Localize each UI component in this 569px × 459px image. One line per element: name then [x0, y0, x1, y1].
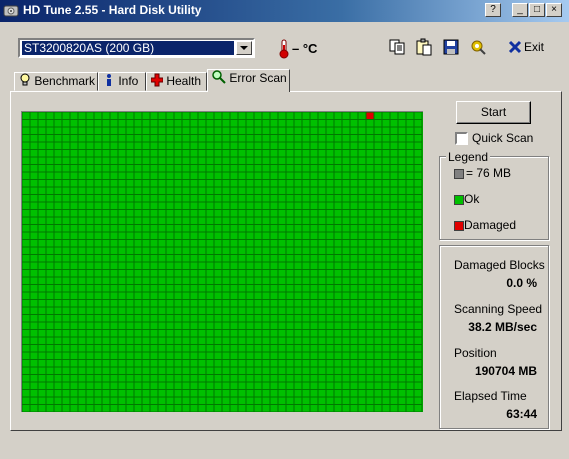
tab-error-scan[interactable]: Error Scan — [207, 69, 290, 92]
legend-block-size-swatch — [454, 169, 464, 179]
save-icon[interactable] — [442, 38, 460, 56]
position-value: 190704 MB — [474, 364, 537, 378]
damaged-blocks-label: Damaged Blocks — [454, 258, 545, 272]
info-icon — [107, 74, 111, 86]
exit-button[interactable]: Exit — [506, 38, 546, 56]
quick-scan-checkbox[interactable] — [455, 132, 468, 145]
maximize-icon: □ — [533, 4, 541, 15]
close-icon: × — [551, 4, 557, 15]
dropdown-arrow-button[interactable] — [236, 41, 252, 55]
drive-select[interactable]: ST3200820AS (200 GB) — [18, 38, 255, 58]
legend-damaged-label: Damaged — [464, 218, 517, 232]
scanning-speed-label: Scanning Speed — [454, 302, 543, 316]
copy-icon[interactable] — [388, 38, 406, 56]
temperature-readout: – °C — [292, 41, 318, 56]
window-title: HD Tune 2.55 - Hard Disk Utility — [23, 3, 202, 17]
legend-block-size-label: = 76 MB — [466, 166, 512, 180]
options-icon[interactable] — [469, 38, 487, 56]
minimize-icon: _ — [517, 4, 523, 15]
tab-benchmark-label: Benchmark — [34, 74, 96, 88]
app-disk-icon — [3, 5, 19, 17]
title-bar[interactable]: HD Tune 2.55 - Hard Disk Utility ? _ □ × — [0, 0, 569, 22]
elapsed-time-value: 63:44 — [506, 407, 537, 421]
legend-damaged-swatch — [454, 221, 464, 231]
quick-scan-label[interactable]: Quick Scan — [472, 131, 533, 145]
tab-info[interactable]: Info — [98, 72, 146, 91]
minimize-button[interactable]: _ — [512, 3, 528, 17]
scan-block-map — [21, 111, 423, 412]
scan-grid-lines — [22, 112, 422, 412]
elapsed-time-label: Elapsed Time — [454, 389, 527, 403]
tab-benchmark[interactable]: Benchmark — [14, 72, 98, 91]
exit-label: Exit — [524, 40, 545, 54]
start-button[interactable]: Start — [456, 101, 531, 124]
help-button[interactable]: ? — [485, 3, 501, 17]
legend-ok-swatch — [454, 195, 464, 205]
magnifier-icon — [212, 70, 226, 84]
damaged-block — [366, 112, 374, 120]
exit-icon — [508, 40, 522, 54]
app-window: HD Tune 2.55 - Hard Disk Utility ? _ □ ×… — [0, 0, 569, 459]
tab-health-label: Health — [166, 74, 202, 88]
tab-info-label: Info — [118, 74, 139, 88]
scan-block-grid — [22, 112, 422, 412]
legend-title: Legend — [446, 150, 491, 164]
lightbulb-icon — [20, 73, 30, 86]
damaged-blocks-value: 0.0 % — [506, 276, 537, 290]
thermometer-icon — [279, 39, 289, 59]
close-button[interactable]: × — [546, 3, 562, 17]
chevron-down-icon — [240, 46, 248, 50]
health-cross-icon — [150, 73, 164, 87]
tab-error-scan-label: Error Scan — [229, 71, 287, 85]
maximize-button[interactable]: □ — [529, 3, 545, 17]
copy-info-icon[interactable] — [415, 38, 433, 56]
position-label: Position — [454, 346, 497, 360]
help-icon: ? — [490, 4, 496, 15]
tab-health[interactable]: Health — [146, 72, 207, 91]
scanning-speed-value: 38.2 MB/sec — [468, 320, 537, 334]
drive-select-value: ST3200820AS (200 GB) — [22, 41, 234, 55]
legend-ok-label: Ok — [464, 192, 480, 206]
